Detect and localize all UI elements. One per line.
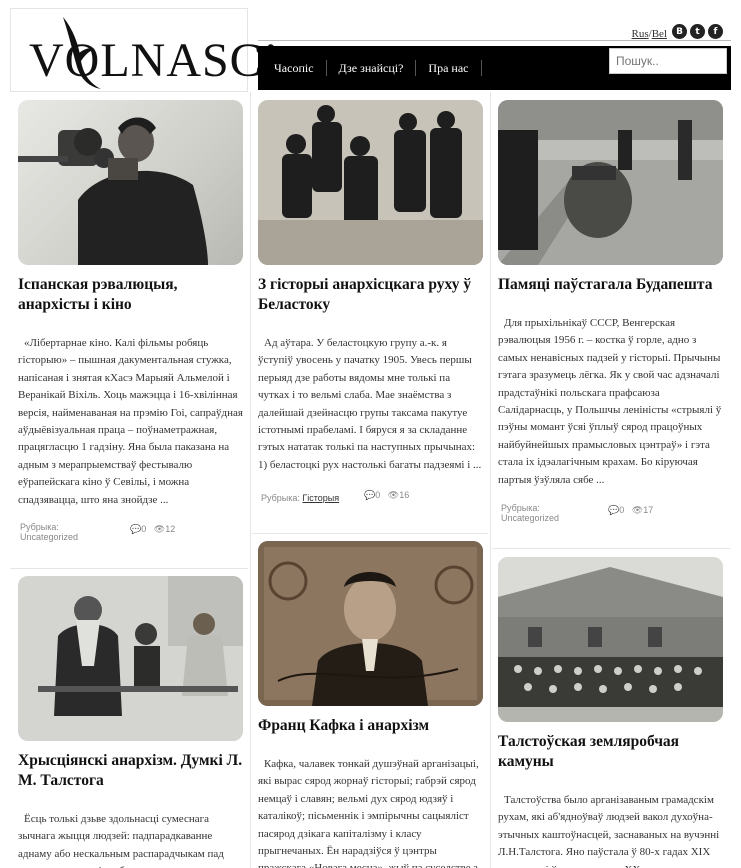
nav-item-about[interactable]: Пра нас (416, 60, 482, 76)
lang-bel-link[interactable]: Bel (652, 28, 667, 40)
column-divider (490, 92, 491, 868)
card-separator (492, 548, 730, 549)
nav-item-where-to-find[interactable]: Дзе знайсці? (327, 60, 417, 76)
comment-count: 0 (619, 505, 625, 515)
card-separator (10, 568, 248, 569)
rubric-label: Рубрыка: (20, 522, 59, 532)
post-stats: 💬0 👁17 (608, 505, 653, 516)
post-card: Франц Кафка і анархізм Кафка, чалавек то… (258, 541, 484, 868)
nav-item-journal[interactable]: Часопіс (262, 60, 327, 76)
post-image[interactable] (498, 100, 723, 265)
post-rubric: Рубрыка: Uncategorized (20, 522, 90, 542)
search-input[interactable] (609, 48, 727, 74)
post-excerpt: «Лібертарнае кіно. Калі фільмы робяць гі… (18, 337, 243, 506)
post-title[interactable]: Хрысціянскі анархізм. Думкі Л. М. Талсто… (18, 751, 244, 791)
language-switcher: Rus/Bel (632, 28, 667, 40)
rubric-link[interactable]: Гісторыя (302, 493, 339, 503)
rubric-link[interactable]: Uncategorized (501, 513, 571, 523)
post-card: Іспанская рэвалюцыя, анархісты і кіно «Л… (18, 100, 244, 509)
post-title[interactable]: З гісторыі анархісцкага руху ў Беластоку (258, 275, 484, 315)
rubric-label: Рубрыка: (501, 503, 540, 513)
post-card: Талстоўская земляробчая камуны Талстоўст… (498, 557, 724, 868)
comment-count: 0 (375, 490, 381, 500)
view-count: 12 (165, 524, 176, 534)
post-title[interactable]: Іспанская рэвалюцыя, анархісты і кіно (18, 275, 244, 315)
lang-ru-link[interactable]: Rus (632, 28, 649, 40)
view-count: 17 (643, 505, 654, 515)
post-excerpt: Талстоўства было арганізаваным грамадскі… (498, 794, 720, 868)
social-links: B t f (672, 24, 723, 39)
facebook-icon[interactable]: f (708, 24, 723, 39)
comment-icon: 💬 (608, 505, 620, 515)
view-count: 16 (399, 490, 410, 500)
post-title[interactable]: Франц Кафка і анархізм (258, 716, 484, 736)
post-card: Хрысціянскі анархізм. Думкі Л. М. Талсто… (18, 576, 244, 868)
post-title[interactable]: Талстоўская земляробчая камуны (498, 732, 724, 772)
post-image[interactable] (18, 576, 243, 741)
vk-icon[interactable]: B (672, 24, 687, 39)
comment-icon: 💬 (130, 524, 142, 534)
post-rubric: Рубрыка: Гісторыя (261, 493, 339, 503)
rubric-link[interactable]: Uncategorized (20, 532, 90, 542)
post-excerpt: Ёсць толькі дзьве здольнасці сумеснага з… (18, 813, 224, 868)
card-separator (252, 533, 488, 534)
views-icon: 👁 (153, 524, 166, 534)
post-image[interactable] (258, 100, 483, 265)
header-divider (258, 40, 731, 41)
post-excerpt: Кафка, чалавек тонкай душэўнай арганізац… (258, 758, 479, 868)
post-stats: 💬0 👁12 (130, 524, 175, 535)
post-image[interactable] (258, 541, 483, 706)
post-rubric: Рубрыка: Uncategorized (501, 503, 571, 523)
post-excerpt: Ад аўтара. У беластоцкую групу а.-к. я ў… (258, 337, 482, 471)
twitter-icon[interactable]: t (690, 24, 705, 39)
post-image[interactable] (498, 557, 723, 722)
comment-count: 0 (141, 524, 147, 534)
post-card: З гісторыі анархісцкага руху ў Беластоку… (258, 100, 484, 474)
post-card: Памяці паўстагала Будапешта Для прыхільн… (498, 100, 724, 489)
views-icon: 👁 (387, 490, 400, 500)
column-divider (250, 92, 251, 868)
post-stats: 💬0 👁16 (364, 490, 409, 501)
site-logo[interactable]: VOLNASC’ (10, 8, 279, 92)
rubric-label: Рубрыка: (261, 493, 300, 503)
logo-text: VOLNASC’ (29, 34, 280, 87)
views-icon: 👁 (631, 505, 644, 515)
comment-icon: 💬 (364, 490, 376, 500)
post-excerpt: Для прыхільнікаў СССР, Венгерская рэвалю… (498, 317, 722, 486)
post-title[interactable]: Памяці паўстагала Будапешта (498, 275, 724, 295)
post-image[interactable] (18, 100, 243, 265)
